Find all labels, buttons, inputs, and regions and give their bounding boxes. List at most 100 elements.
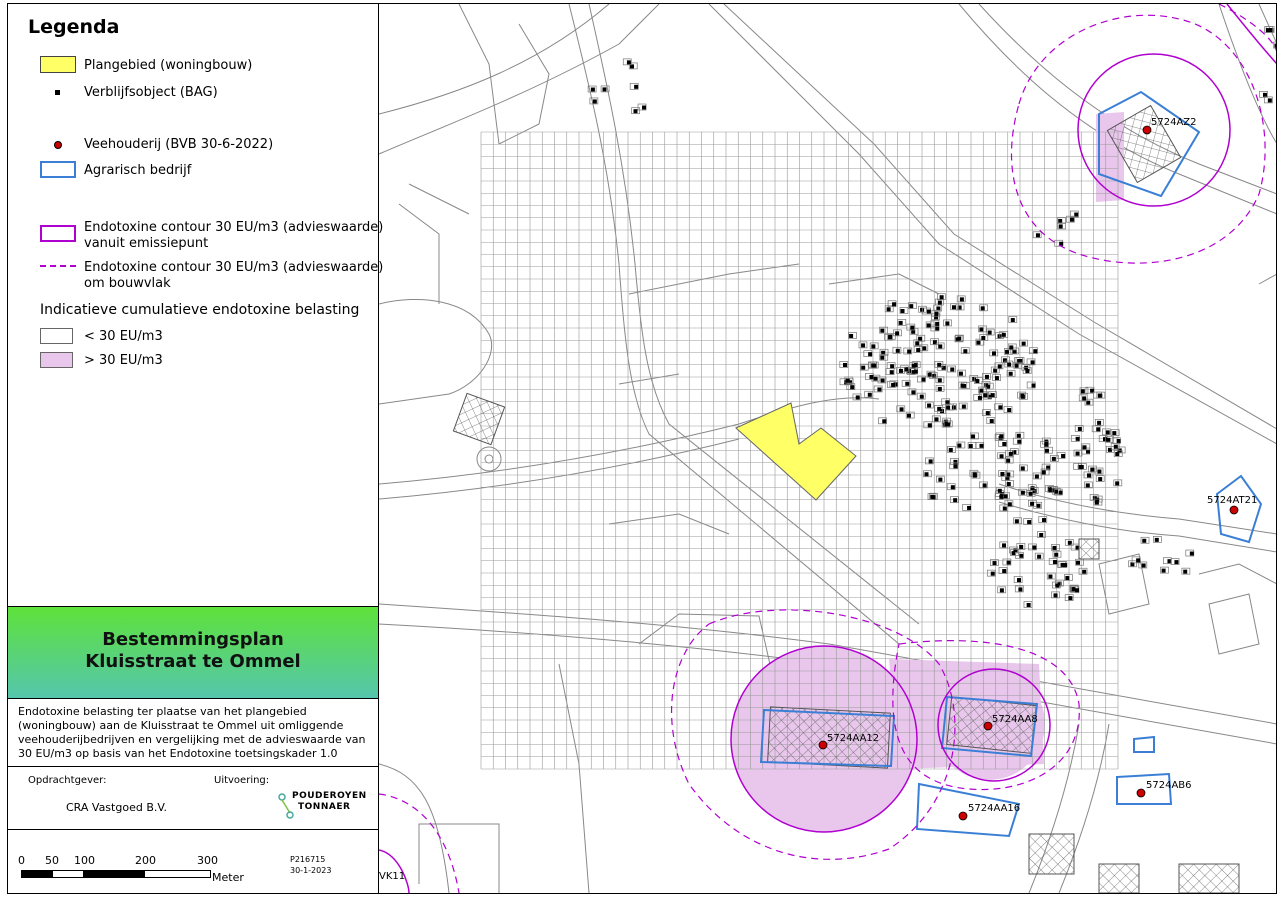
- farm-label: VK11: [379, 871, 405, 882]
- verblijfsobject-point: [1097, 469, 1102, 474]
- verblijfsobject-point: [927, 372, 932, 377]
- map-view[interactable]: 5724AA12 5724AA8 5724AA16 5724AZ2 5724AT…: [379, 4, 1277, 893]
- farm-point-5724AA8[interactable]: [983, 721, 993, 731]
- agrarisch-swatch: [40, 161, 76, 178]
- verblijfsobject-point: [979, 443, 984, 448]
- verblijfsobject-point: [590, 87, 595, 92]
- verblijfsobject-point: [1097, 420, 1102, 425]
- verblijfsobject-point: [937, 386, 942, 391]
- verblijfsobject-point: [1002, 543, 1007, 548]
- opdrachtgever-label: Opdrachtgever:: [28, 775, 107, 786]
- verblijfsobject-point: [1094, 500, 1099, 505]
- verblijfsobject-point: [1068, 596, 1073, 601]
- farm-boundary-5724AT21: [1215, 474, 1263, 544]
- verblijfsobject-point: [922, 346, 927, 351]
- scale-bar: [21, 870, 211, 878]
- verblijfsobject-point: [1071, 587, 1076, 592]
- farm-point-5724AZ2[interactable]: [1142, 125, 1152, 135]
- verblijfsobject-point: [963, 349, 968, 354]
- verblijfsobject-point: [926, 309, 931, 314]
- verblijfsobject-point: [1006, 560, 1011, 565]
- verblijfsobject-point: [1267, 98, 1272, 103]
- verblijfsobject-point: [1014, 519, 1019, 524]
- description-line: veehouderijbedrijven en vergelijking met…: [18, 733, 366, 746]
- verblijfsobject-point: [900, 308, 905, 313]
- verblijfsobject-point: [937, 378, 942, 383]
- verblijfsobject-point: [1053, 593, 1058, 598]
- verblijfsobject-point: [1002, 569, 1007, 574]
- verblijfsobject-point: [1033, 349, 1038, 354]
- verblijfsobject-point: [916, 348, 921, 353]
- verblijfsobject-point: [1017, 439, 1022, 444]
- verblijfsobject-point: [1080, 389, 1085, 394]
- verblijfsobject-point: [1090, 467, 1095, 472]
- verblijfsobject-point: [946, 405, 951, 410]
- legend-label: > 30 EU/m3: [84, 353, 163, 368]
- verblijfsobject-point: [1007, 408, 1012, 413]
- verblijfsobject-point: [1034, 474, 1039, 479]
- verblijfsobject-point: [919, 394, 924, 399]
- under-30-swatch: [40, 328, 73, 344]
- legend-label: vanuit emissiepunt: [84, 236, 209, 251]
- verblijfsobject-point: [895, 348, 900, 353]
- map-canvas[interactable]: 5724AA12 5724AA8 5724AA16 5724AZ2 5724AT…: [379, 4, 1277, 893]
- verblijfsobject-point: [1007, 502, 1012, 507]
- verblijfsobject-point: [1044, 442, 1049, 447]
- plangebied-polygon[interactable]: [735, 402, 857, 501]
- description-line: (woningbouw) aan de Kluisstraat te Ommel…: [18, 719, 344, 732]
- verblijfsobject-point: [989, 419, 994, 424]
- legend-panel: Legenda Plangebied (woningbouw) Verblijf…: [8, 4, 383, 893]
- verblijfsobject-point: [950, 485, 955, 490]
- verblijfsobject-point: [1014, 363, 1019, 368]
- project-number: P216715: [290, 855, 326, 864]
- verblijfsobject-point: [1154, 537, 1159, 542]
- verblijfsobject-point: [1036, 503, 1041, 508]
- verblijfsobject-point: [935, 321, 940, 326]
- verblijfsobject-point: [1002, 442, 1007, 447]
- verblijfsobject-point: [1020, 490, 1025, 495]
- verblijfsobject-point: [1041, 470, 1046, 475]
- verblijfsobject-point: [968, 444, 973, 449]
- verblijfsobject-point: [953, 498, 958, 503]
- verblijfsobject-point: [889, 370, 894, 375]
- verblijfsobject-point: [899, 407, 904, 412]
- farm-label: 5724AZ2: [1151, 117, 1197, 128]
- legend-label: om bouwvlak: [84, 276, 171, 291]
- verblijfsobject-point: [1183, 569, 1188, 574]
- verblijfsobject-point: [1032, 489, 1037, 494]
- farm-point-5724AA12[interactable]: [818, 740, 828, 750]
- verblijfsobject-point: [957, 305, 962, 310]
- farm-point-5724AA16[interactable]: [958, 811, 968, 821]
- verblijfsobject-point: [890, 364, 895, 369]
- farm-point-5724AB6[interactable]: [1136, 788, 1146, 798]
- verblijfsobject-point: [843, 362, 848, 367]
- verblijfsobject-point: [1009, 345, 1014, 350]
- verblijfsobject-point: [938, 477, 943, 482]
- verblijfsobject-point: [999, 454, 1004, 459]
- verblijfsobject-point: [1037, 554, 1042, 559]
- verblijfsobject-point: [633, 109, 638, 114]
- legend-label: Agrarisch bedrijf: [84, 163, 192, 178]
- verblijfsobject-point: [983, 393, 988, 398]
- legend-title: Legenda: [28, 16, 120, 38]
- verblijfsobject-point: [931, 495, 936, 500]
- farm-point-5724AT21[interactable]: [1229, 505, 1239, 515]
- verblijfsobject-point: [951, 305, 956, 310]
- verblijfsobject-point: [873, 376, 878, 381]
- verblijfsobject-point: [928, 459, 933, 464]
- verblijfsobject-point: [985, 411, 990, 416]
- logo-line-2: TONNAER: [298, 802, 351, 812]
- verblijfsobject-point: [976, 340, 981, 345]
- verblijfsobject-point: [1019, 553, 1024, 558]
- verblijfsobject-point: [861, 343, 866, 348]
- legend-label: Endotoxine contour 30 EU/m3 (advieswaard…: [84, 220, 384, 235]
- verblijfsobject-point: [1054, 552, 1059, 557]
- legend-label: Endotoxine contour 30 EU/m3 (advieswaard…: [84, 260, 384, 275]
- verblijfsobject-point: [1039, 532, 1044, 537]
- verblijfsobject-point: [1020, 394, 1025, 399]
- verblijfsobject-point: [855, 395, 860, 400]
- opdrachtgever-name: CRA Vastgoed B.V.: [66, 801, 167, 814]
- verblijfsobject-point: [997, 488, 1002, 493]
- verblijfsobject-point: [1052, 545, 1057, 550]
- verblijfsobject-point: [906, 413, 911, 418]
